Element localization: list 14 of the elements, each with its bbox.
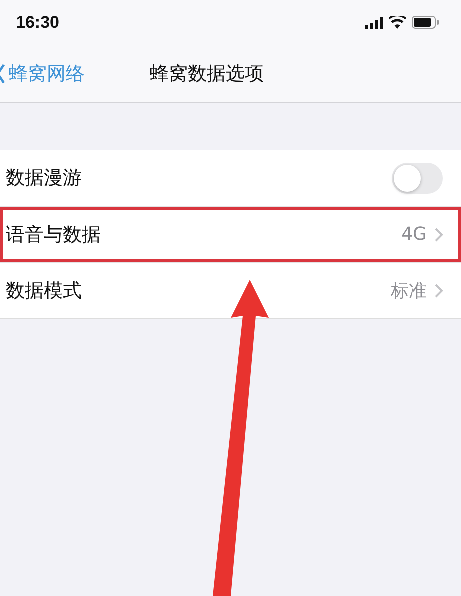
status-time: 16:30 — [16, 12, 60, 32]
chevron-icon — [435, 228, 443, 242]
signal-icon — [365, 16, 383, 28]
row-value: 标准 — [391, 280, 427, 302]
row-label: 语音与数据 — [6, 222, 101, 248]
chevron-icon — [435, 284, 443, 298]
roaming-switch[interactable] — [392, 162, 443, 194]
page-title: 蜂窝数据选项 — [150, 62, 264, 86]
battery-icon — [412, 16, 439, 29]
wifi-icon — [389, 16, 406, 29]
row-label: 数据漫游 — [6, 166, 82, 191]
settings-row[interactable]: 语音与数据 4G — [0, 206, 461, 262]
row-value: 4G — [402, 224, 427, 245]
row-label: 数据模式 — [6, 278, 82, 304]
